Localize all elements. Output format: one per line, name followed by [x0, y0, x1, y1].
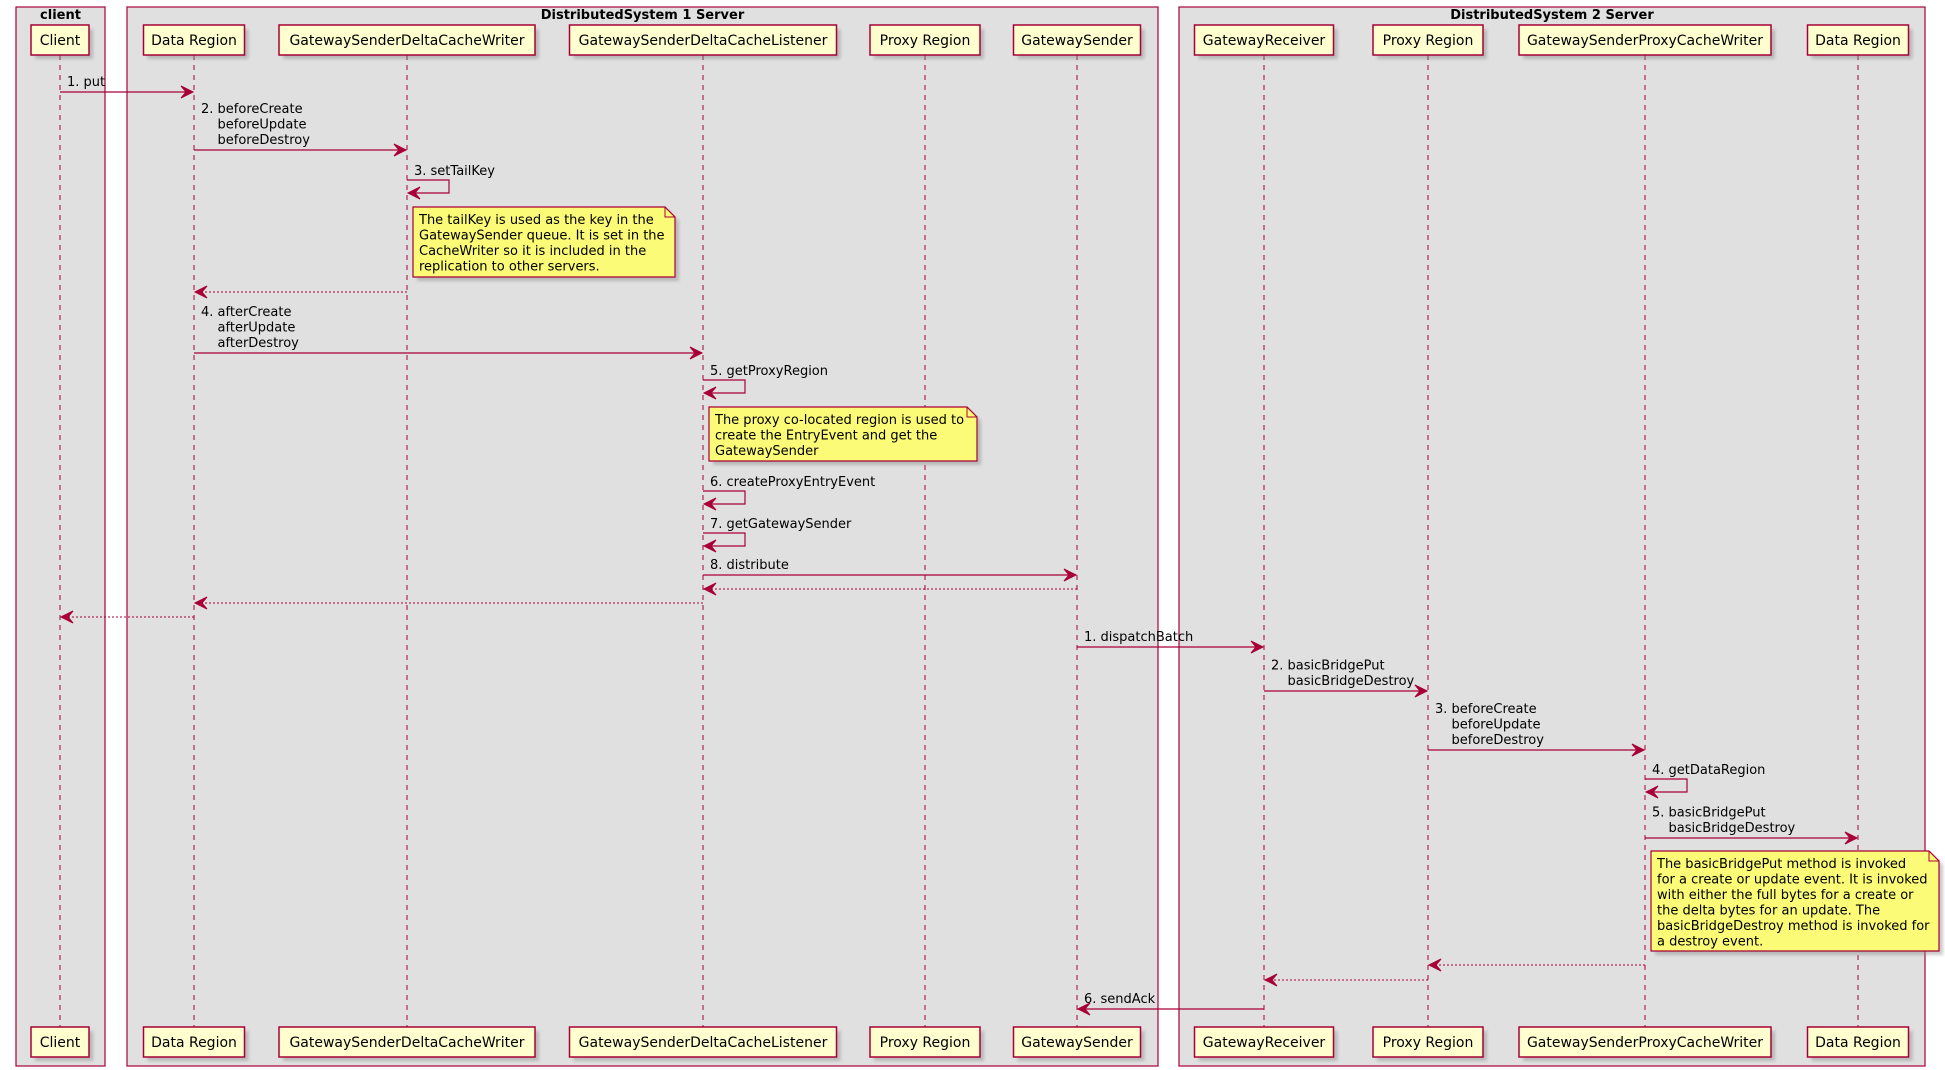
participant-dr2-top[interactable]: Data Region — [1806, 24, 1913, 59]
participant-gr-bottom[interactable]: GatewayReceiver — [1193, 1026, 1338, 1061]
participant-pr1-top[interactable]: Proxy Region — [869, 24, 984, 59]
participant-pr2-bottom[interactable]: Proxy Region — [1372, 1026, 1487, 1061]
message-label: 8. distribute — [710, 558, 789, 573]
box-ds1: DistributedSystem 1 Server — [126, 6, 1159, 1067]
participant-gr-top[interactable]: GatewayReceiver — [1193, 24, 1338, 59]
participant-label: Proxy Region — [1383, 1035, 1474, 1051]
note-line: CacheWriter so it is included in the — [419, 244, 646, 259]
message-label: beforeDestroy — [201, 133, 310, 148]
message-label: 1. dispatchBatch — [1084, 630, 1193, 645]
participant-dr1-top[interactable]: Data Region — [142, 24, 249, 59]
box-title: DistributedSystem 2 Server — [1450, 8, 1654, 23]
participant-label: GatewaySenderDeltaCacheWriter — [289, 1035, 524, 1051]
message-label: 4. getDataRegion — [1652, 763, 1765, 778]
note-line: basicBridgeDestroy method is invoked for — [1657, 919, 1930, 934]
participant-label: GatewaySenderProxyCacheWriter — [1527, 1035, 1763, 1051]
participant-label: Proxy Region — [880, 33, 971, 49]
participant-label: Data Region — [151, 1035, 237, 1051]
participant-label: GatewayReceiver — [1203, 1035, 1326, 1051]
participant-gsdcl-bottom[interactable]: GatewaySenderDeltaCacheListener — [568, 1026, 841, 1061]
message-label: 3. setTailKey — [414, 164, 495, 179]
message-label: 6. sendAck — [1084, 992, 1156, 1007]
participant-label: GatewaySenderDeltaCacheListener — [579, 1035, 828, 1051]
message-label: beforeUpdate — [1435, 718, 1540, 733]
participant-label: Data Region — [1815, 33, 1901, 49]
participant-gsdcw-bottom[interactable]: GatewaySenderDeltaCacheWriter — [278, 1026, 539, 1061]
note-line: GatewaySender queue. It is set in the — [419, 229, 665, 244]
participant-label: Client — [40, 1035, 81, 1051]
note-line: replication to other servers. — [419, 260, 600, 275]
participant-gsdcw-top[interactable]: GatewaySenderDeltaCacheWriter — [278, 24, 539, 59]
message-label: basicBridgeDestroy — [1271, 674, 1415, 689]
note-line: the delta bytes for an update. The — [1657, 904, 1880, 919]
note: The proxy co-located region is used tocr… — [708, 406, 981, 465]
participant-label: GatewaySenderDeltaCacheListener — [579, 33, 828, 49]
note-line: GatewaySender — [715, 444, 819, 459]
note-line: The basicBridgePut method is invoked — [1656, 857, 1906, 872]
note-line: create the EntryEvent and get the — [715, 429, 937, 444]
message-label: beforeDestroy — [1435, 733, 1544, 748]
participant-client-top[interactable]: Client — [30, 24, 93, 59]
message-label: basicBridgeDestroy — [1652, 821, 1796, 836]
participant-label: Data Region — [1815, 1035, 1901, 1051]
note: The tailKey is used as the key in theGat… — [412, 206, 679, 281]
participant-label: Proxy Region — [1383, 33, 1474, 49]
message-label: afterDestroy — [201, 336, 299, 351]
participant-label: GatewaySender — [1021, 33, 1133, 49]
participant-gs-bottom[interactable]: GatewaySender — [1012, 1026, 1145, 1061]
message-label: 6. createProxyEntryEvent — [710, 475, 875, 490]
participant-label: GatewaySenderProxyCacheWriter — [1527, 33, 1763, 49]
message-label: afterUpdate — [201, 321, 295, 336]
message-label: 4. afterCreate — [201, 305, 292, 320]
note-line: The proxy co-located region is used to — [714, 413, 964, 428]
note: The basicBridgePut method is invokedfor … — [1650, 850, 1943, 955]
message-label: 5. basicBridgePut — [1652, 806, 1766, 821]
note-line: a destroy event. — [1657, 935, 1763, 950]
message-label: 2. basicBridgePut — [1271, 659, 1385, 674]
participant-dr1-bottom[interactable]: Data Region — [142, 1026, 249, 1061]
message-label: 7. getGatewaySender — [710, 517, 852, 532]
message-label: 2. beforeCreate — [201, 102, 303, 117]
box-frame — [126, 6, 1159, 1067]
message-label: 1. put — [67, 75, 105, 90]
box-title: DistributedSystem 1 Server — [541, 8, 745, 23]
participant-label: GatewayReceiver — [1203, 33, 1326, 49]
participant-label: Data Region — [151, 33, 237, 49]
participant-pr1-bottom[interactable]: Proxy Region — [869, 1026, 984, 1061]
participant-pr2-top[interactable]: Proxy Region — [1372, 24, 1487, 59]
message-label: 3. beforeCreate — [1435, 702, 1537, 717]
participant-label: Proxy Region — [880, 1035, 971, 1051]
participant-gsdcl-top[interactable]: GatewaySenderDeltaCacheListener — [568, 24, 841, 59]
box-title: client — [40, 8, 81, 23]
note-line: with either the full bytes for a create … — [1657, 888, 1914, 903]
message-label: 5. getProxyRegion — [710, 364, 828, 379]
participant-label: GatewaySenderDeltaCacheWriter — [289, 33, 524, 49]
sequence-diagram: client DistributedSystem 1 Server Distribu… — [15, 6, 1943, 1067]
note-line: for a create or update event. It is invo… — [1657, 873, 1928, 888]
participant-label: GatewaySender — [1021, 1035, 1133, 1051]
participant-dr2-bottom[interactable]: Data Region — [1806, 1026, 1913, 1061]
participant-label: Client — [40, 33, 81, 49]
participant-gspcw-top[interactable]: GatewaySenderProxyCacheWriter — [1518, 24, 1775, 59]
participant-gspcw-bottom[interactable]: GatewaySenderProxyCacheWriter — [1518, 1026, 1775, 1061]
note-line: The tailKey is used as the key in the — [418, 213, 654, 228]
participant-gs-top[interactable]: GatewaySender — [1012, 24, 1145, 59]
participant-client-bottom[interactable]: Client — [30, 1026, 93, 1061]
message-label: beforeUpdate — [201, 118, 306, 133]
